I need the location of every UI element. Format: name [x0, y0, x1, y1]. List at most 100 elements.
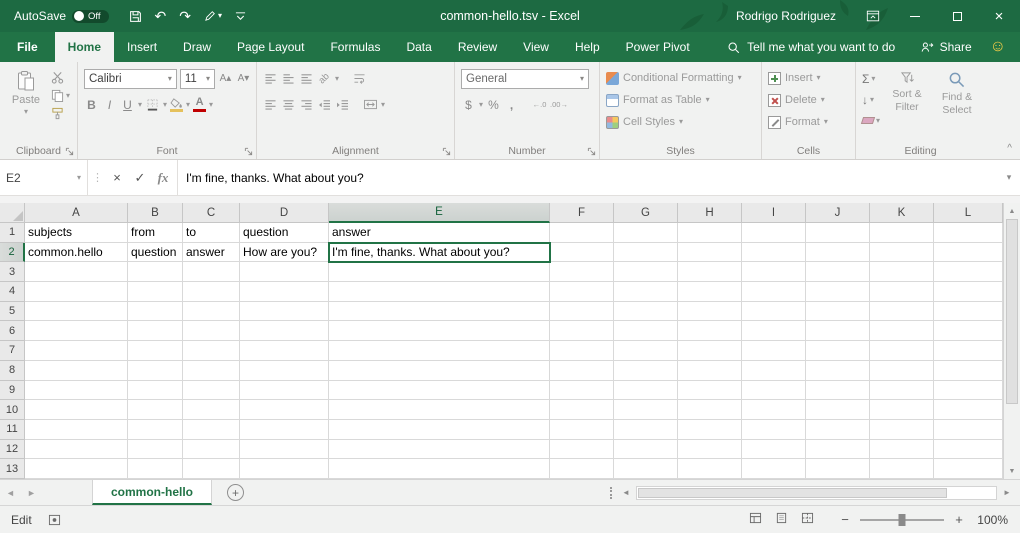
column-header-B[interactable]: B — [128, 203, 183, 223]
cell-G5[interactable] — [614, 302, 678, 322]
accounting-format-button[interactable]: $ — [461, 96, 476, 113]
cell-E2[interactable]: I'm fine, thanks. What about you? — [329, 243, 550, 263]
underline-button[interactable]: U — [120, 96, 135, 113]
cell-C10[interactable] — [183, 400, 240, 420]
cell-C11[interactable] — [183, 420, 240, 440]
cell-F8[interactable] — [550, 361, 614, 381]
cell-L4[interactable] — [934, 282, 1003, 302]
cell-G10[interactable] — [614, 400, 678, 420]
scroll-right-button[interactable]: ► — [1000, 488, 1014, 497]
horizontal-scroll-thumb[interactable] — [638, 488, 947, 498]
increase-indent-button[interactable] — [335, 96, 350, 113]
feedback-smiley-button[interactable]: ☺ — [990, 32, 1006, 62]
cell-A4[interactable] — [25, 282, 128, 302]
delete-cells-button[interactable]: Delete▾ — [768, 90, 850, 110]
cell-E6[interactable] — [329, 321, 550, 341]
row-header-5[interactable]: 5 — [0, 302, 25, 322]
column-header-A[interactable]: A — [25, 203, 128, 223]
cell-K2[interactable] — [870, 243, 934, 263]
cell-A11[interactable] — [25, 420, 128, 440]
shrink-font-button[interactable]: A▾ — [236, 70, 251, 87]
align-bottom-button[interactable] — [299, 70, 314, 87]
decrease-indent-button[interactable] — [317, 96, 332, 113]
increase-decimal-button[interactable]: ←.0 — [532, 96, 547, 113]
cell-H5[interactable] — [678, 302, 742, 322]
cell-G8[interactable] — [614, 361, 678, 381]
collapse-ribbon-button[interactable]: ^ — [1007, 143, 1012, 154]
ribbon-tab-data[interactable]: Data — [393, 32, 444, 62]
cell-B12[interactable] — [128, 440, 183, 460]
cell-L7[interactable] — [934, 341, 1003, 361]
cell-C5[interactable] — [183, 302, 240, 322]
column-header-K[interactable]: K — [870, 203, 934, 223]
row-header-10[interactable]: 10 — [0, 400, 25, 420]
percent-style-button[interactable]: % — [486, 96, 501, 113]
row-header-7[interactable]: 7 — [0, 341, 25, 361]
cell-E11[interactable] — [329, 420, 550, 440]
customize-qat-button[interactable] — [235, 11, 246, 22]
align-middle-button[interactable] — [281, 70, 296, 87]
row-header-11[interactable]: 11 — [0, 420, 25, 440]
cell-G3[interactable] — [614, 262, 678, 282]
cell-E13[interactable] — [329, 459, 550, 479]
cell-F3[interactable] — [550, 262, 614, 282]
align-right-button[interactable] — [299, 96, 314, 113]
cell-B6[interactable] — [128, 321, 183, 341]
cell-C6[interactable] — [183, 321, 240, 341]
close-button[interactable]: × — [978, 0, 1020, 32]
row-header-3[interactable]: 3 — [0, 262, 25, 282]
cell-D1[interactable]: question — [240, 223, 329, 243]
cell-J12[interactable] — [806, 440, 870, 460]
cell-K1[interactable] — [870, 223, 934, 243]
sheet-nav-left-button[interactable]: ◄ — [0, 488, 21, 498]
cell-J2[interactable] — [806, 243, 870, 263]
cell-F13[interactable] — [550, 459, 614, 479]
autosum-button[interactable]: Σ▾ — [862, 70, 880, 87]
column-header-C[interactable]: C — [183, 203, 240, 223]
cell-I9[interactable] — [742, 381, 806, 401]
cell-I3[interactable] — [742, 262, 806, 282]
select-all-corner[interactable] — [0, 203, 25, 223]
cell-E12[interactable] — [329, 440, 550, 460]
touch-mode-button[interactable]: ▾ — [204, 10, 222, 22]
cell-D7[interactable] — [240, 341, 329, 361]
format-cells-button[interactable]: Format▾ — [768, 112, 850, 132]
cell-G11[interactable] — [614, 420, 678, 440]
cancel-button[interactable]: × — [107, 170, 127, 185]
cell-I6[interactable] — [742, 321, 806, 341]
vertical-scroll-thumb[interactable] — [1006, 219, 1018, 404]
cell-A10[interactable] — [25, 400, 128, 420]
cell-L11[interactable] — [934, 420, 1003, 440]
ribbon-tab-review[interactable]: Review — [445, 32, 510, 62]
ribbon-display-options-button[interactable] — [852, 0, 894, 32]
cell-F1[interactable] — [550, 223, 614, 243]
cell-D8[interactable] — [240, 361, 329, 381]
scroll-left-button[interactable]: ◄ — [619, 488, 633, 497]
cell-I11[interactable] — [742, 420, 806, 440]
cell-H2[interactable] — [678, 243, 742, 263]
cell-H8[interactable] — [678, 361, 742, 381]
cell-A8[interactable] — [25, 361, 128, 381]
cell-K10[interactable] — [870, 400, 934, 420]
cell-C12[interactable] — [183, 440, 240, 460]
cell-L12[interactable] — [934, 440, 1003, 460]
cell-G12[interactable] — [614, 440, 678, 460]
row-header-8[interactable]: 8 — [0, 361, 25, 381]
cell-J8[interactable] — [806, 361, 870, 381]
cell-H13[interactable] — [678, 459, 742, 479]
cell-G7[interactable] — [614, 341, 678, 361]
cell-B11[interactable] — [128, 420, 183, 440]
vertical-scroll-track[interactable] — [1004, 219, 1020, 463]
column-header-F[interactable]: F — [550, 203, 614, 223]
row-header-9[interactable]: 9 — [0, 381, 25, 401]
cell-K3[interactable] — [870, 262, 934, 282]
column-header-H[interactable]: H — [678, 203, 742, 223]
cell-L10[interactable] — [934, 400, 1003, 420]
cell-H9[interactable] — [678, 381, 742, 401]
conditional-formatting-button[interactable]: Conditional Formatting▾ — [606, 68, 756, 88]
number-dialog-launcher[interactable] — [587, 147, 596, 156]
align-center-button[interactable] — [281, 96, 296, 113]
cell-L9[interactable] — [934, 381, 1003, 401]
cell-C13[interactable] — [183, 459, 240, 479]
normal-view-button[interactable] — [749, 512, 762, 527]
